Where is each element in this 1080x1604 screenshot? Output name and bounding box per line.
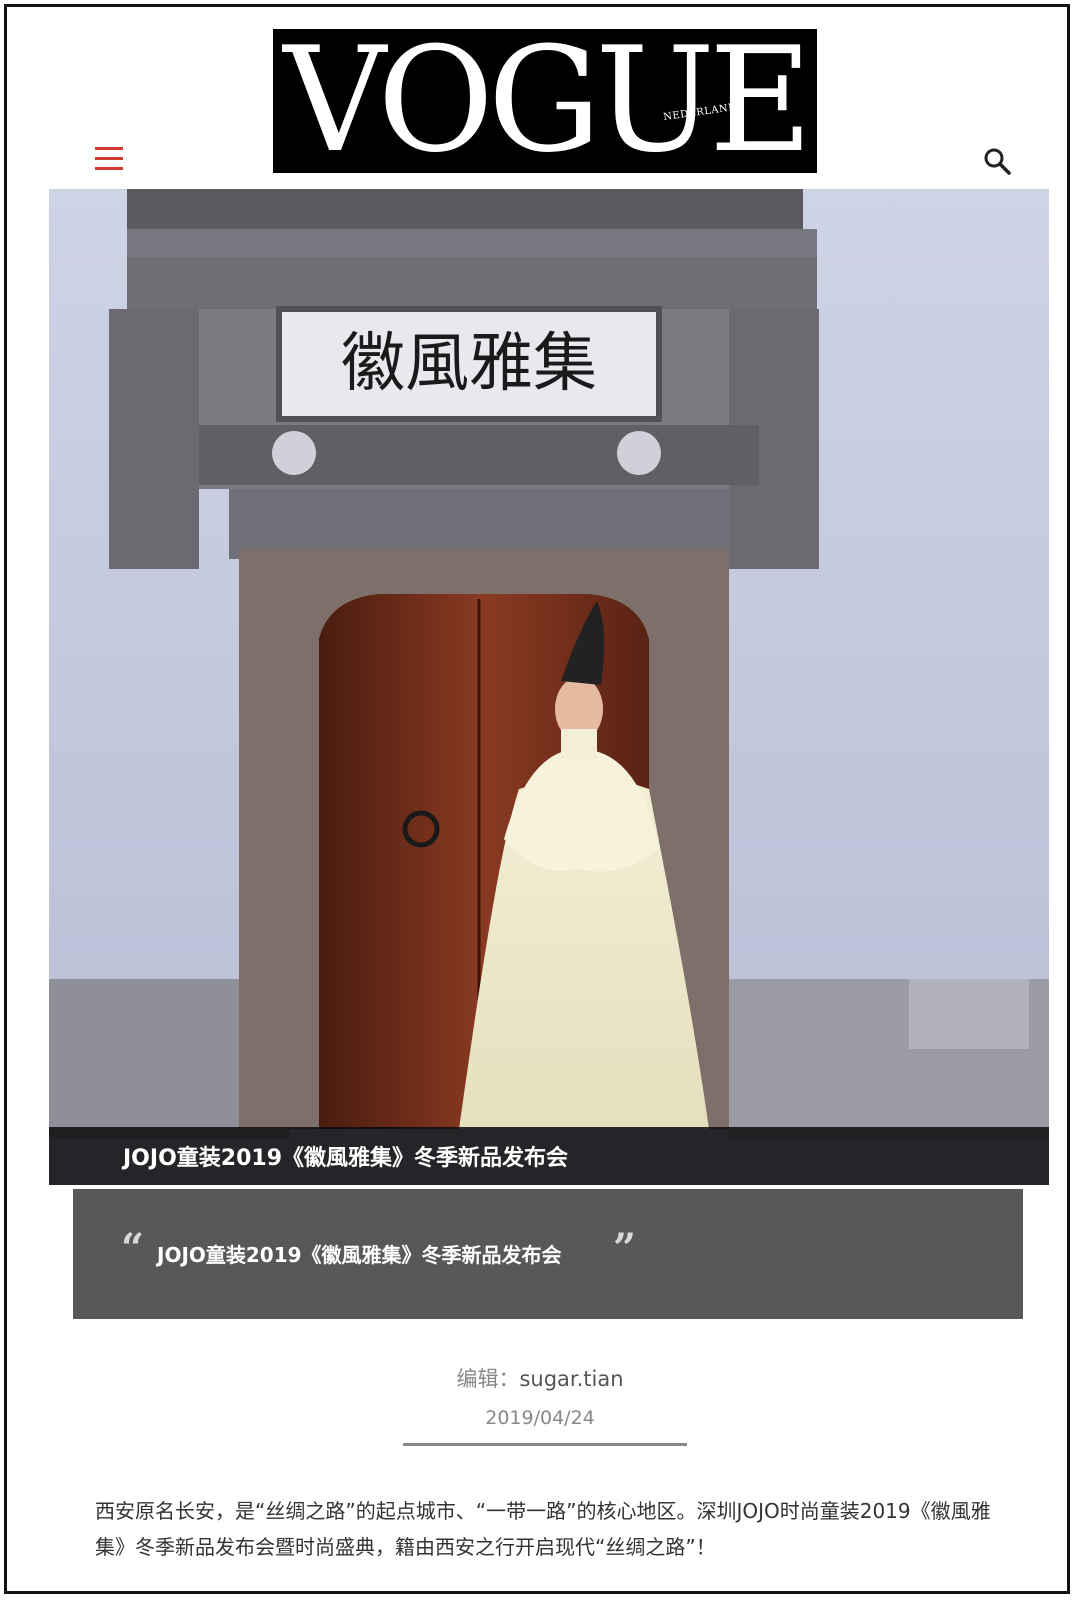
- hero-image[interactable]: 徽風雅集 JOJO童装2019《徽風雅集》冬季新品发布会: [49, 189, 1049, 1185]
- hamburger-menu-icon[interactable]: [95, 147, 125, 173]
- editor-name: sugar.tian: [519, 1367, 624, 1391]
- editor-label: 编辑：: [456, 1367, 520, 1391]
- pull-quote-text: JOJO童装2019《徽風雅集》冬季新品发布会: [157, 1243, 562, 1267]
- hero-photo: 徽風雅集: [49, 189, 1049, 1185]
- article-paragraph: 西安原名长安，是“丝绸之路”的起点城市、“一带一路”的核心地区。深圳JOJO时尚…: [95, 1499, 991, 1559]
- page-frame: VOGUE NEDERLAND 徽風雅集 JOJO童装2019《徽風雅集》冬季新…: [4, 4, 1070, 1594]
- open-quote-icon: “: [121, 1225, 145, 1272]
- publish-date: 2019/04/24: [485, 1407, 595, 1429]
- vogue-logo[interactable]: VOGUE NEDERLAND: [273, 29, 817, 173]
- editor-byline: 编辑：sugar.tian: [7, 1363, 1073, 1393]
- gate-sign-text: 徽風雅集: [341, 327, 597, 401]
- hero-caption-bar: JOJO童装2019《徽風雅集》冬季新品发布会: [49, 1127, 1049, 1185]
- close-quote-icon: ”: [613, 1225, 637, 1272]
- search-icon[interactable]: [983, 147, 1013, 177]
- pull-quote: “ JOJO童装2019《徽風雅集》冬季新品发布会 ”: [73, 1189, 1023, 1319]
- hero-caption[interactable]: JOJO童装2019《徽風雅集》冬季新品发布会: [123, 1140, 568, 1172]
- divider: [403, 1443, 687, 1446]
